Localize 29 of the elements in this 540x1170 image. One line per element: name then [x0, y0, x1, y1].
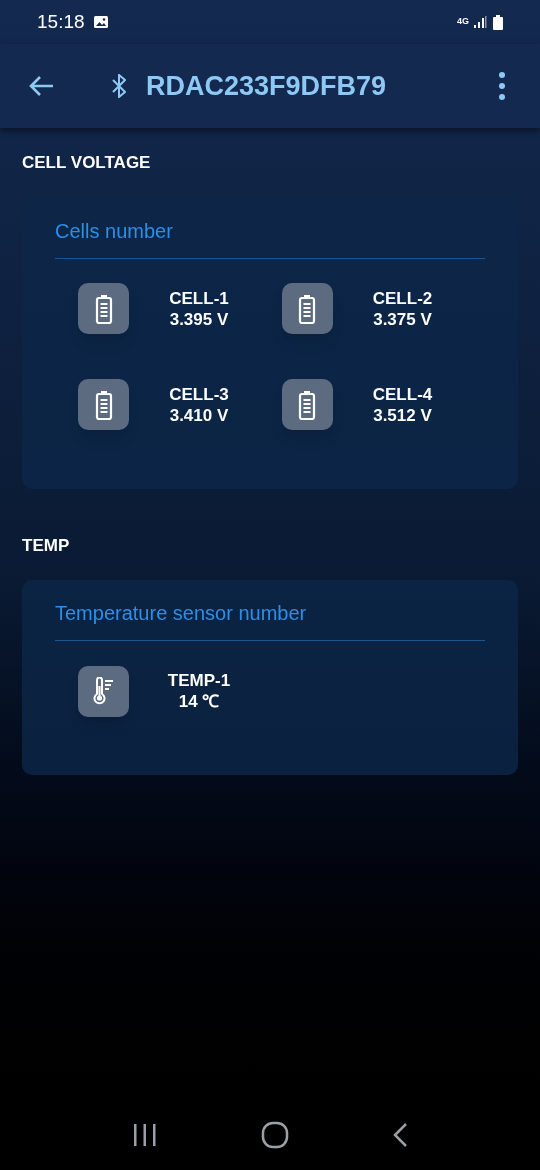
card-title: Cells number	[55, 215, 485, 259]
sensor-value: 14 ℃	[178, 691, 220, 712]
sensor-value: 3.410 V	[169, 404, 229, 426]
sensor-name: CELL-2	[372, 287, 433, 309]
battery-icon	[298, 293, 316, 324]
status-time: 15:18	[37, 9, 85, 34]
sensor-value: 3.512 V	[373, 404, 432, 426]
back-nav-icon[interactable]	[392, 1122, 409, 1148]
section-heading: CELL VOLTAGE	[22, 152, 152, 174]
battery-status-icon	[493, 14, 503, 30]
battery-icon	[298, 389, 316, 420]
image-icon	[92, 15, 109, 29]
section-heading: TEMP	[22, 534, 71, 557]
sensor-value: 3.375 V	[373, 308, 432, 330]
sensor-name: CELL-4	[372, 383, 433, 405]
battery-icon	[94, 293, 113, 324]
network-type: 4G	[457, 15, 469, 29]
signal-icon	[473, 15, 487, 29]
sensor-value: 3.395 V	[169, 308, 229, 330]
battery-icon	[94, 389, 113, 420]
sensor-name: CELL-1	[169, 287, 229, 309]
sensor-name: TEMP-1	[167, 670, 231, 691]
recent-apps-icon[interactable]	[131, 1123, 158, 1147]
thermometer-icon	[91, 677, 116, 705]
device-title: RDAC233F9DFB79	[146, 69, 387, 103]
card-title: Temperature sensor number	[55, 598, 485, 641]
sensor-name: CELL-3	[169, 383, 229, 405]
home-icon[interactable]	[261, 1121, 289, 1149]
bluetooth-icon	[112, 74, 126, 98]
